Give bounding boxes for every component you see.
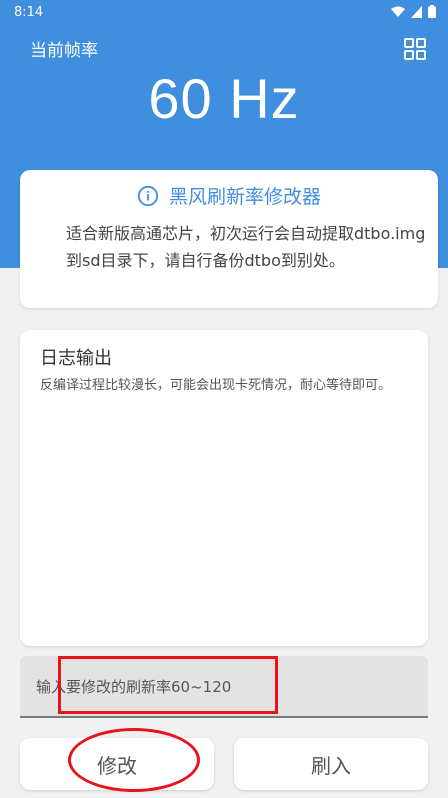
log-card: 日志输出 反编译过程比较漫长，可能会出现卡死情况，耐心等待即可。 <box>20 330 428 646</box>
status-time: 8:14 <box>14 5 44 20</box>
grid-menu-icon[interactable] <box>403 37 427 61</box>
flash-button[interactable]: 刷入 <box>234 738 428 790</box>
info-description: 适合新版高通芯片，初次运行会自动提取dtbo.img到sd目录下，请自行备份dt… <box>66 224 426 270</box>
status-icons <box>391 5 436 18</box>
refresh-rate-display: 60 Hz <box>148 67 300 130</box>
info-title-row: 黑风刷新率修改器 <box>20 182 438 209</box>
status-bar: 8:14 <box>0 0 448 26</box>
wifi-icon <box>391 6 405 17</box>
info-icon <box>137 185 159 206</box>
battery-icon <box>428 5 436 18</box>
refresh-rate-input[interactable] <box>36 674 416 700</box>
log-output-text: 反编译过程比较漫长，可能会出现卡死情况，耐心等待即可。 <box>40 378 392 393</box>
page-title: 当前帧率 <box>30 41 98 61</box>
refresh-rate-input-container[interactable] <box>20 656 428 718</box>
modify-button[interactable]: 修改 <box>20 738 214 790</box>
info-card: 黑风刷新率修改器 适合新版高通芯片，初次运行会自动提取dtbo.img到sd目录… <box>20 170 438 308</box>
info-title: 黑风刷新率修改器 <box>168 186 321 208</box>
signal-icon <box>411 5 422 18</box>
log-title: 日志输出 <box>40 348 112 369</box>
